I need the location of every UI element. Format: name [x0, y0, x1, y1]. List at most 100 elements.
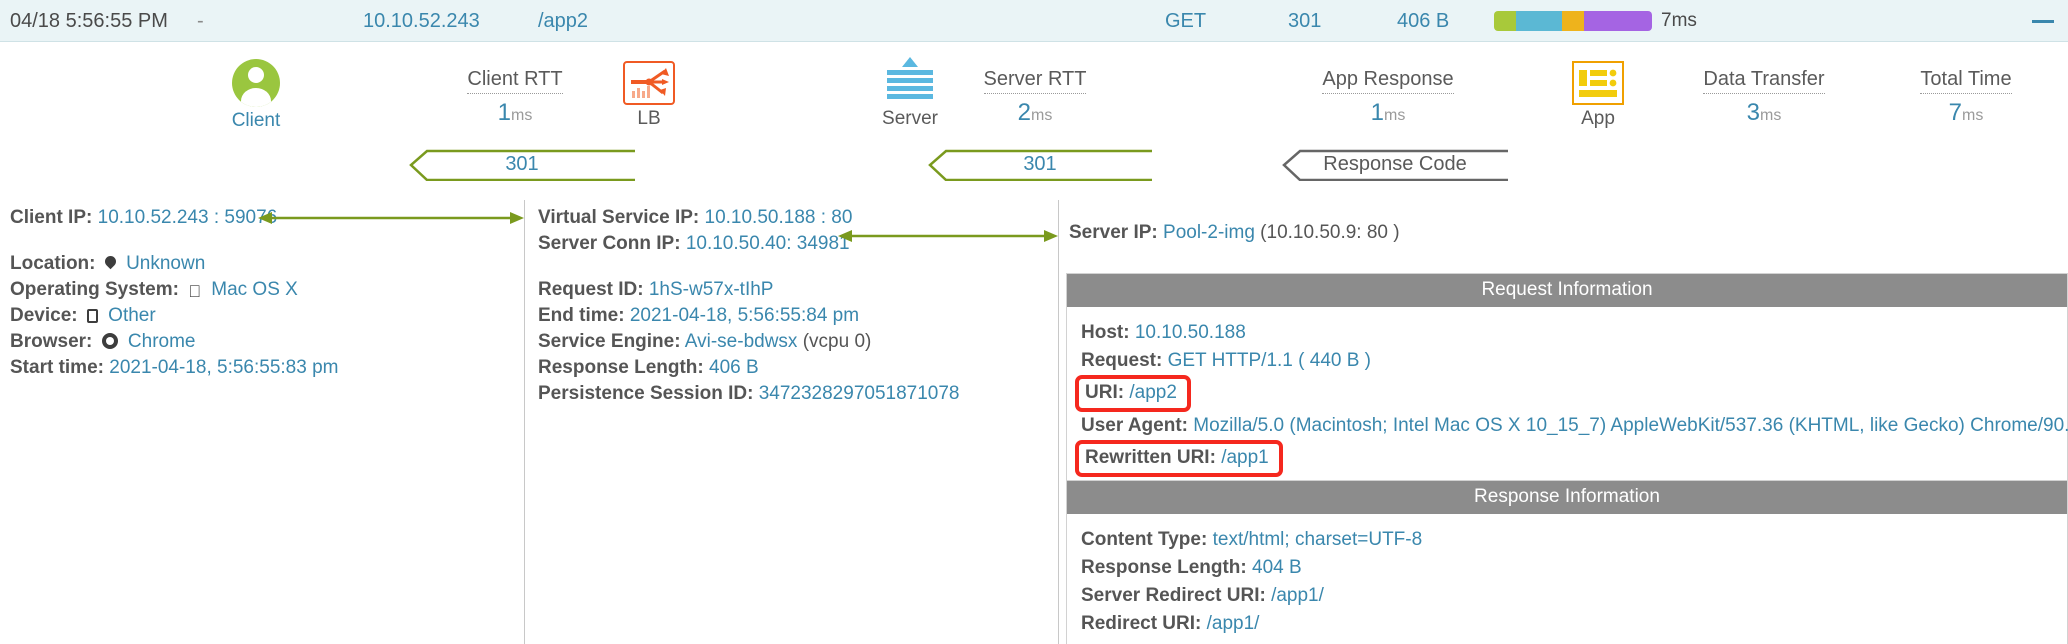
- request-uri-value[interactable]: /app2: [1129, 382, 1177, 403]
- log-summary-row[interactable]: 04/18 5:56:55 PM - 10.10.52.243 /app2 GE…: [0, 0, 2068, 42]
- latency-segment-client-rtt: [1494, 11, 1517, 31]
- client-details-column: Client IP: 10.10.52.243 : 59076 Location…: [10, 205, 510, 381]
- request-host-value[interactable]: 10.10.50.188: [1135, 322, 1246, 343]
- request-id-label: Request ID:: [538, 279, 644, 300]
- metric-total-time: Total Time 7ms: [1866, 68, 2066, 127]
- request-method-label: Request:: [1081, 350, 1163, 371]
- column-separator-left: [524, 200, 525, 644]
- persistence-session-id-row: Persistence Session ID: 3472328297051871…: [538, 381, 1038, 407]
- location-value[interactable]: Unknown: [126, 253, 205, 274]
- load-balancer-icon: [623, 61, 675, 105]
- summary-timestamp: 04/18 5:56:55 PM: [10, 10, 168, 32]
- browser-label: Browser:: [10, 331, 93, 352]
- rewritten-uri-value[interactable]: /app1: [1221, 447, 1269, 468]
- server-ip-address: (10.10.50.9: 80 ): [1260, 222, 1400, 243]
- redirect-uri-row: Redirect URI: /app1/: [1081, 610, 2055, 638]
- persistence-session-id-label: Persistence Session ID:: [538, 383, 754, 404]
- rewritten-uri-highlight-box: Rewritten URI: /app1: [1075, 440, 1283, 477]
- request-user-agent-label: User Agent:: [1081, 415, 1188, 436]
- client-ip-value[interactable]: 10.10.52.243 : 59076: [98, 207, 278, 228]
- metric-client-rtt-value: 1ms: [415, 99, 615, 127]
- flow-node-client[interactable]: Client: [191, 59, 321, 132]
- metric-server-rtt-title: Server RTT: [983, 68, 1087, 94]
- virtual-service-ip-label: Virtual Service IP:: [538, 207, 700, 228]
- metric-client-rtt: Client RTT 1ms: [415, 68, 615, 127]
- metric-total-time-title: Total Time: [1920, 68, 2012, 94]
- metric-app-response-title: App Response: [1322, 68, 1454, 94]
- request-user-agent-row: User Agent: Mozilla/5.0 (Macintosh; Inte…: [1081, 412, 2068, 440]
- metric-server-rtt-number: 2: [1017, 99, 1032, 126]
- server-redirect-uri-label: Server Redirect URI:: [1081, 585, 1266, 606]
- latency-breakdown-bar[interactable]: [1494, 11, 1652, 31]
- flow-node-app[interactable]: App: [1533, 59, 1663, 130]
- apple-icon: : [188, 283, 201, 300]
- response-length-value: 404 B: [1252, 557, 1302, 578]
- request-information-panel: Request Information Host: 10.10.50.188 R…: [1066, 273, 2068, 490]
- content-type-value: text/html; charset=UTF-8: [1212, 529, 1423, 550]
- server-ip-label: Server IP:: [1069, 222, 1158, 243]
- virtual-service-ip-value[interactable]: 10.10.50.188 : 80: [705, 207, 853, 228]
- metric-client-rtt-number: 1: [497, 99, 512, 126]
- redirect-uri-value[interactable]: /app1/: [1207, 613, 1260, 634]
- app-icon: [1572, 61, 1624, 105]
- server-redirect-uri-value[interactable]: /app1/: [1271, 585, 1324, 606]
- start-time-value: 2021-04-18, 5:56:55:83 pm: [109, 357, 339, 378]
- operating-system-value[interactable]: Mac OS X: [211, 279, 298, 300]
- response-information-title: Response Information: [1067, 481, 2067, 514]
- device-value[interactable]: Other: [108, 305, 156, 326]
- rewritten-uri-row: Rewritten URI: /app1: [1075, 440, 2055, 477]
- chevron-client-response-code-label: 301: [505, 153, 539, 175]
- request-id-row: Request ID: 1hS-w57x-tIhP: [538, 277, 1038, 303]
- summary-duration: 7ms: [1661, 10, 1697, 31]
- lb-response-length-label: Response Length:: [538, 357, 704, 378]
- server-ip-value[interactable]: Pool-2-img: [1163, 222, 1255, 243]
- server-conn-ip-value[interactable]: 10.10.50.40: 34981: [686, 233, 850, 254]
- summary-dash: -: [197, 10, 204, 32]
- request-information-title: Request Information: [1067, 274, 2067, 307]
- content-type-label: Content Type:: [1081, 529, 1208, 550]
- collapse-row-button[interactable]: [2032, 12, 2054, 30]
- server-conn-ip-label: Server Conn IP:: [538, 233, 681, 254]
- latency-segment-data-transfer: [1584, 11, 1652, 31]
- device-row: Device: Other: [10, 303, 510, 329]
- response-information-panel: Response Information Content Type: text/…: [1066, 480, 2068, 644]
- client-to-lb-arrow: [258, 212, 524, 224]
- content-type-row: Content Type: text/html; charset=UTF-8: [1081, 526, 2055, 554]
- metric-client-rtt-unit: ms: [511, 107, 533, 124]
- chevron-server-response-code-label: 301: [1023, 153, 1057, 175]
- map-pin-icon: [105, 256, 116, 271]
- server-icon: [884, 57, 936, 105]
- summary-client-ip[interactable]: 10.10.52.243: [363, 0, 480, 42]
- browser-value[interactable]: Chrome: [128, 331, 196, 352]
- response-length-label: Response Length:: [1081, 557, 1247, 578]
- metric-server-rtt: Server RTT 2ms: [935, 68, 1135, 127]
- redirect-uri-label: Redirect URI:: [1081, 613, 1202, 634]
- metric-app-response-value: 1ms: [1288, 99, 1488, 127]
- chevron-server-response-code: 301: [928, 149, 1152, 181]
- server-ip-row: Server IP: Pool-2-img (10.10.50.9: 80 ): [1069, 220, 2068, 246]
- metric-total-time-unit: ms: [1962, 107, 1984, 124]
- request-log-detail-view: 04/18 5:56:55 PM - 10.10.52.243 /app2 GE…: [0, 0, 2068, 644]
- metric-server-rtt-unit: ms: [1031, 107, 1053, 124]
- client-ip-label: Client IP:: [10, 207, 93, 228]
- start-time-row: Start time: 2021-04-18, 5:56:55:83 pm: [10, 355, 510, 381]
- persistence-session-id-value[interactable]: 3472328297051871078: [759, 383, 960, 404]
- service-engine-row: Service Engine: Avi-se-bdwsx (vcpu 0): [538, 329, 1038, 355]
- service-engine-value[interactable]: Avi-se-bdwsx: [685, 331, 798, 352]
- response-information-body: Content Type: text/html; charset=UTF-8 R…: [1067, 514, 2067, 644]
- metric-total-time-number: 7: [1948, 99, 1963, 126]
- request-id-value[interactable]: 1hS-w57x-tIhP: [649, 279, 774, 300]
- request-host-row: Host: 10.10.50.188: [1081, 319, 2055, 347]
- metric-app-response: App Response 1ms: [1288, 68, 1488, 127]
- end-time-row: End time: 2021-04-18, 5:56:55:84 pm: [538, 303, 1038, 329]
- request-uri-label: URI:: [1085, 382, 1125, 403]
- end-time-value: 2021-04-18, 5:56:55:84 pm: [629, 305, 860, 326]
- latency-segment-server-rtt: [1516, 11, 1562, 31]
- operating-system-row: Operating System:  Mac OS X: [10, 277, 510, 303]
- metric-data-transfer-number: 3: [1746, 99, 1761, 126]
- metric-data-transfer-value: 3ms: [1664, 99, 1864, 127]
- summary-uri[interactable]: /app2: [538, 0, 588, 42]
- metric-client-rtt-title: Client RTT: [467, 68, 563, 94]
- browser-row: Browser: Chrome: [10, 329, 510, 355]
- request-host-label: Host:: [1081, 322, 1130, 343]
